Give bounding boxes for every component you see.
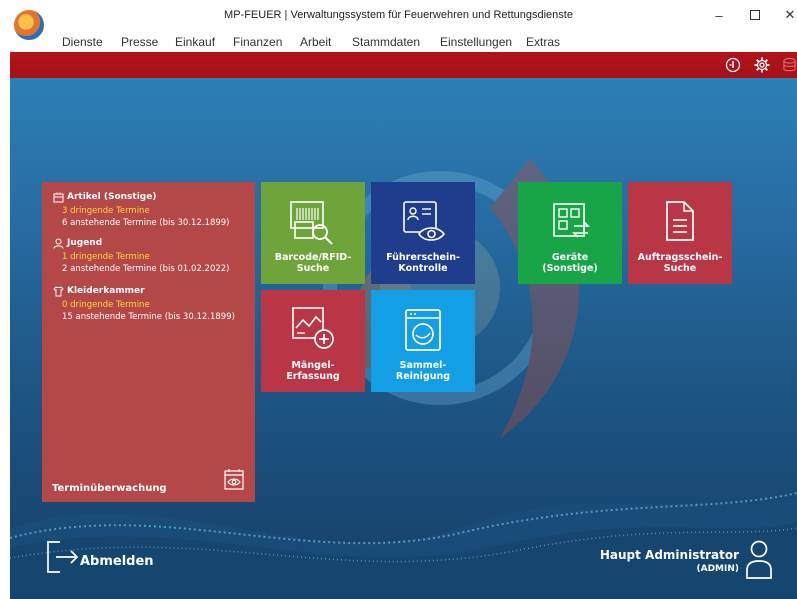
menu-presse[interactable]: Presse (121, 35, 158, 49)
logout-label: Abmelden (80, 554, 154, 569)
tile-label: Terminüberwachung (52, 483, 167, 494)
person-icon (53, 238, 64, 249)
info-icon[interactable] (725, 57, 741, 73)
maximize-button[interactable] (740, 4, 770, 26)
barcode-rfid-search-tile[interactable]: Barcode/RFID- Suche (261, 182, 365, 284)
barcode-search-icon (290, 201, 333, 245)
menu-extras[interactable]: Extras (526, 35, 560, 49)
app-logo (12, 8, 46, 42)
urgent-count: 3 dringende Termine (62, 206, 150, 216)
menu-einstellungen[interactable]: Einstellungen (440, 35, 512, 49)
urgent-count: 1 dringende Termine (62, 252, 150, 262)
order-slip-search-tile[interactable]: Auftragsschein- Suche (628, 182, 732, 284)
logout-button[interactable]: Abmelden (46, 540, 154, 579)
appointment-section: Artikel (Sonstige) 3 dringende Termine 6… (53, 192, 230, 228)
logout-icon (47, 541, 79, 573)
user-role: (ADMIN) (696, 564, 740, 574)
window-title: MP-FEUER | Verwaltungssystem für Feuerwe… (224, 9, 573, 21)
appointment-section: Kleiderkammer 0 dringende Termine 15 ans… (53, 286, 235, 322)
menu-stammdaten[interactable]: Stammdaten (352, 35, 420, 49)
bulk-cleaning-tile[interactable]: Sammel- Reinigung (371, 290, 475, 392)
washing-machine-icon (405, 309, 441, 351)
tile-label: Mängel- Erfassung (286, 360, 340, 382)
pending-count: 2 anstehende Termine (bis 01.02.2022) (62, 264, 230, 274)
menu-arbeit[interactable]: Arbeit (300, 35, 331, 49)
user-avatar-icon (746, 540, 772, 579)
current-user[interactable]: Haupt Administrator (ADMIN) (573, 540, 773, 584)
menu-dienste[interactable]: Dienste (62, 35, 103, 49)
defect-add-icon (292, 307, 334, 349)
section-title: Artikel (Sonstige) (53, 192, 230, 203)
title-bar: MP-FEUER | Verwaltungssystem für Feuerwe… (0, 0, 797, 42)
user-name: Haupt Administrator (599, 548, 739, 562)
box-icon (53, 192, 64, 203)
appointment-section: Jugend 1 dringende Termine 2 anstehende … (53, 238, 230, 274)
section-title: Jugend (53, 238, 230, 249)
calendar-eye-icon (224, 469, 244, 490)
pending-count: 15 anstehende Termine (bis 30.12.1899) (62, 312, 235, 322)
devices-other-tile[interactable]: Geräte (Sonstige) (518, 182, 622, 284)
tile-label: Sammel- Reinigung (395, 360, 451, 382)
gear-icon[interactable] (754, 57, 770, 73)
background-emblem (323, 158, 580, 438)
tile-label: Führerschein- Kontrolle (386, 252, 460, 274)
tile-label: Auftragsschein- Suche (637, 252, 723, 274)
menu-einkauf[interactable]: Einkauf (175, 35, 215, 49)
dashboard: Artikel (Sonstige) 3 dringende Termine 6… (10, 78, 797, 599)
database-icon[interactable] (782, 57, 797, 73)
license-check-tile[interactable]: Führerschein- Kontrolle (371, 182, 475, 284)
urgent-count: 0 dringende Termine (62, 300, 150, 310)
appointment-monitor-tile[interactable]: Artikel (Sonstige) 3 dringende Termine 6… (42, 182, 255, 502)
toolbar (10, 52, 797, 78)
tile-label: Geräte (Sonstige) (542, 252, 598, 274)
devices-exchange-icon (553, 203, 590, 238)
section-title: Kleiderkammer (53, 286, 235, 297)
license-eye-icon (403, 201, 446, 241)
menu-bar: Dienste Presse Einkauf Finanzen Arbeit S… (0, 32, 797, 52)
tile-label: Barcode/RFID- Suche (274, 252, 352, 274)
document-icon (666, 201, 694, 241)
shirt-icon (53, 286, 64, 297)
close-button[interactable]: ✕ (775, 4, 797, 26)
menu-finanzen[interactable]: Finanzen (233, 35, 282, 49)
maximize-icon (750, 10, 760, 20)
pending-count: 6 anstehende Termine (bis 30.12.1899) (62, 218, 230, 228)
defect-capture-tile[interactable]: Mängel- Erfassung (261, 290, 365, 392)
minimize-button[interactable]: – (704, 4, 734, 26)
